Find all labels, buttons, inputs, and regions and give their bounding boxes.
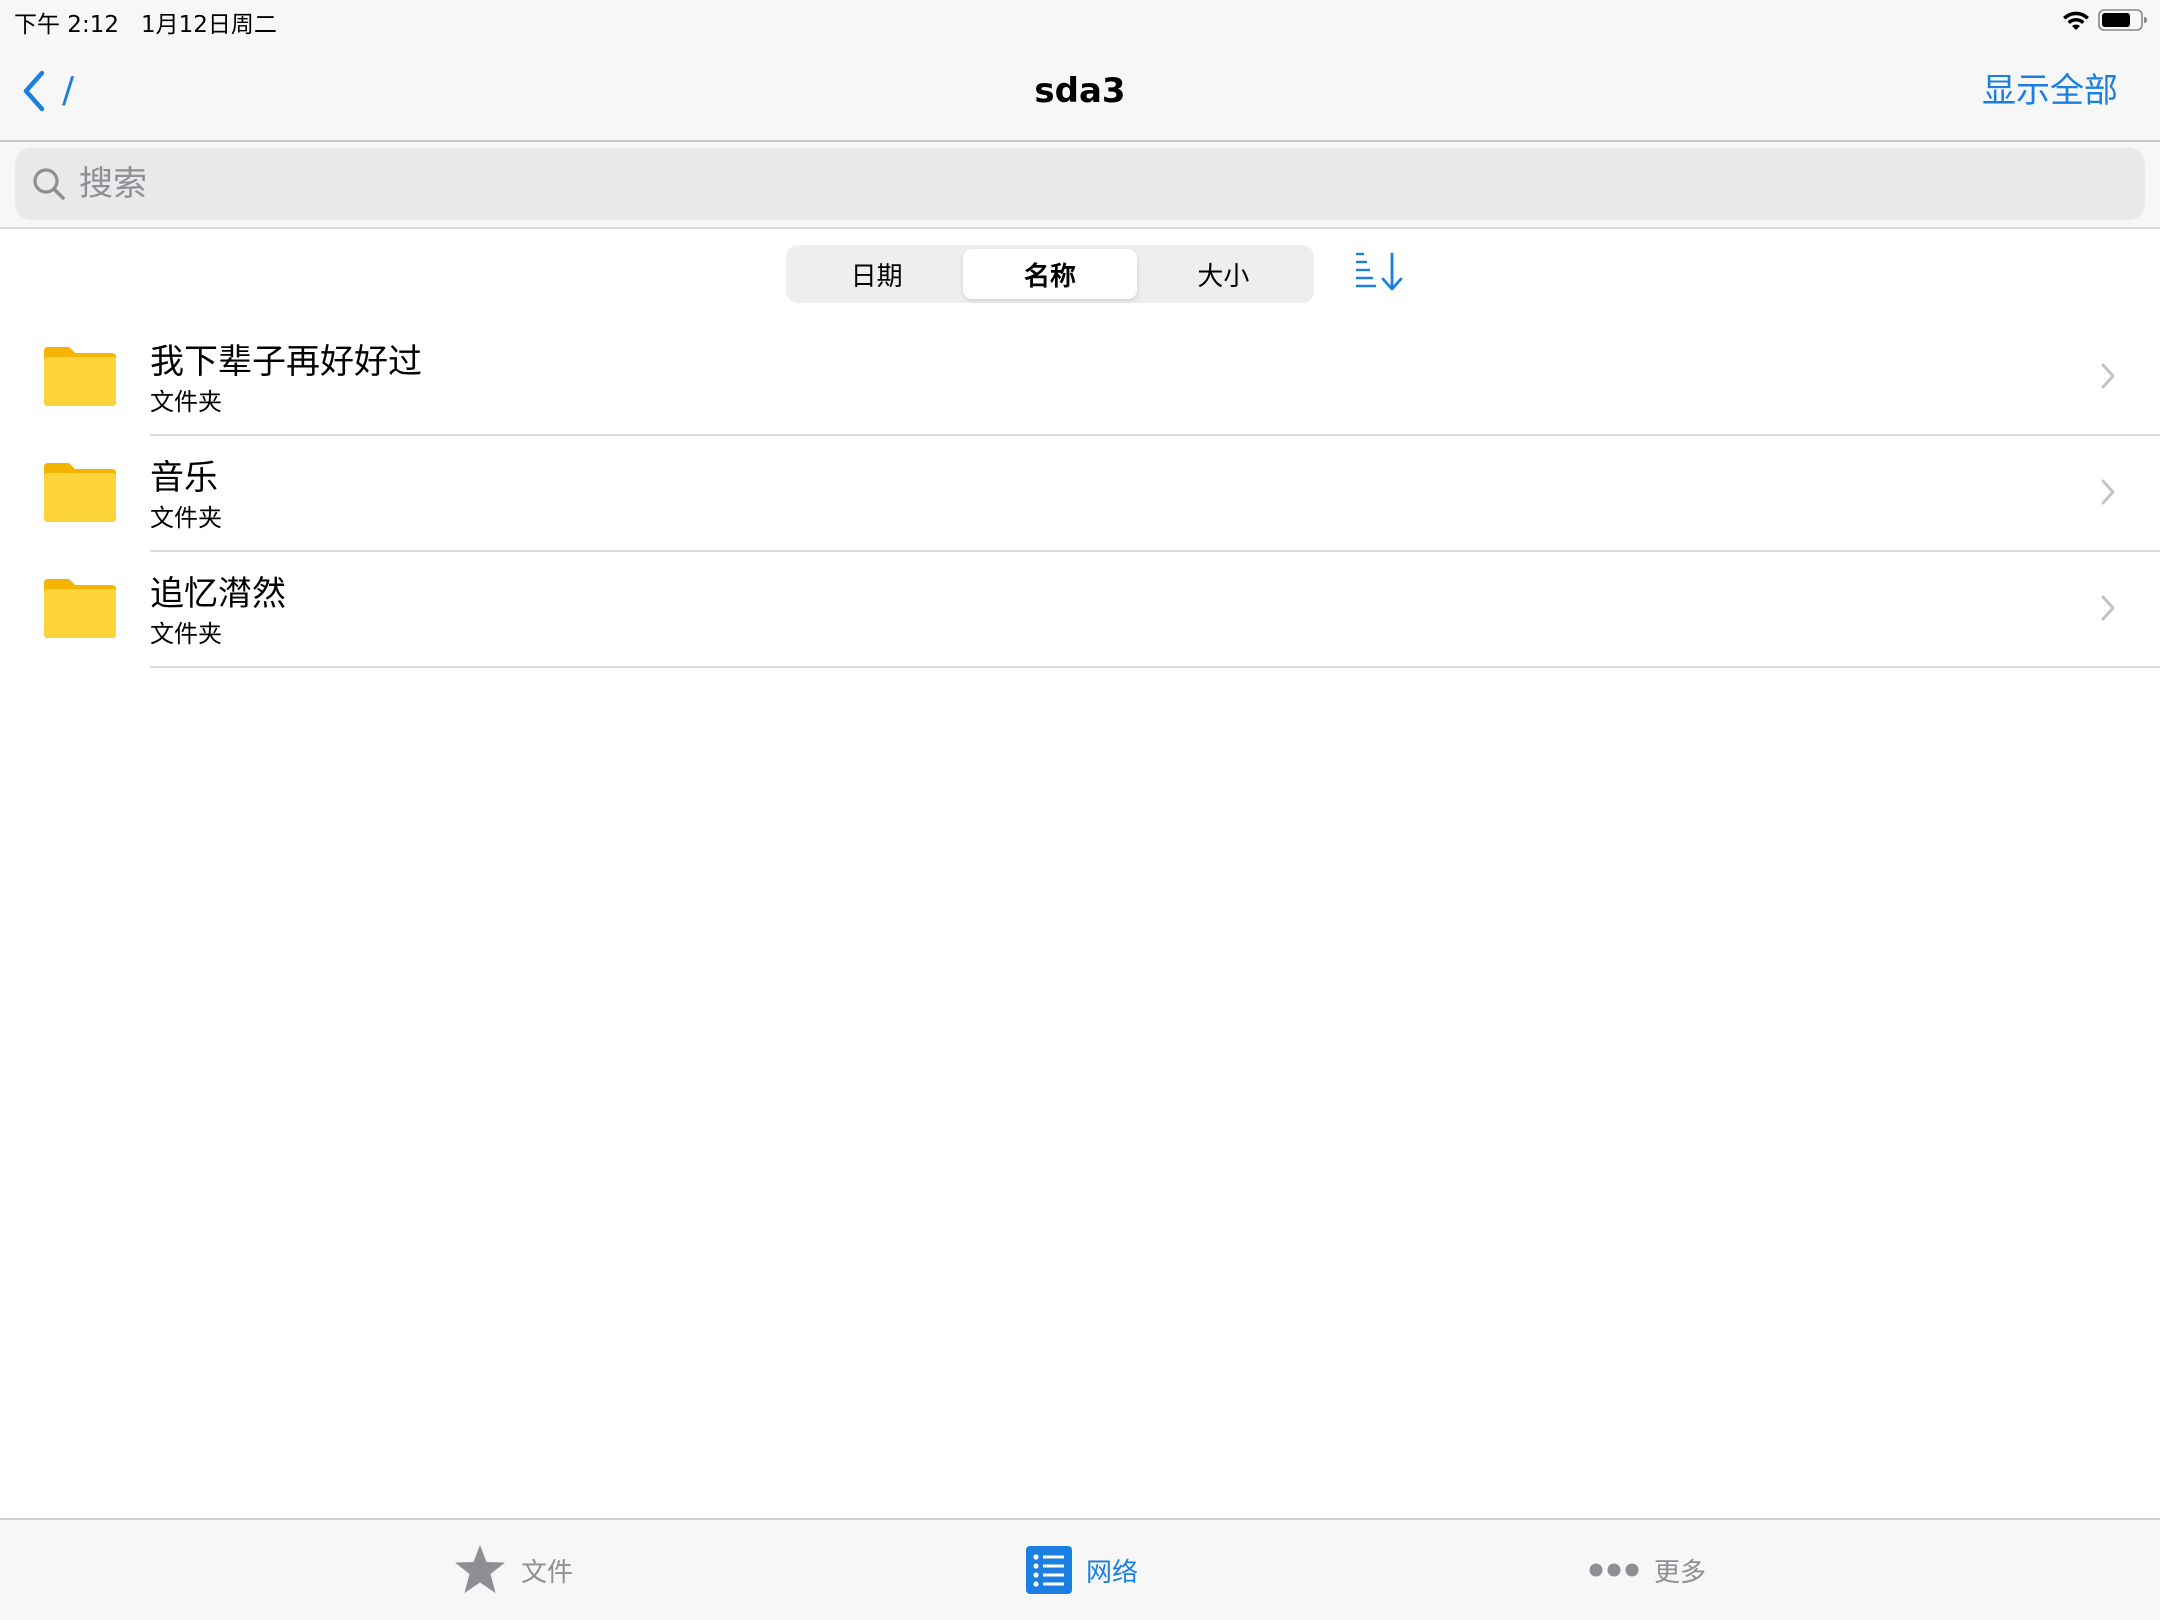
tab-label: 更多 <box>1654 1557 1707 1588</box>
file-list: 我下辈子再好好过 文件夹 音乐 文件夹 追忆潸然 文件夹 <box>0 320 2160 668</box>
page-title: sda3 <box>1034 71 1126 111</box>
sort-segmented-control: 日期 名称 大小 <box>786 245 1314 303</box>
header-bottom-divider <box>0 227 2160 229</box>
list-item[interactable]: 我下辈子再好好过 文件夹 <box>0 320 2160 436</box>
top-area: 下午 2:12 1月12日周二 / sda3 显示全部 <box>0 0 2160 229</box>
navigation-bar: / sda3 显示全部 <box>0 40 2160 140</box>
chevron-right-icon <box>2101 479 2115 505</box>
folder-icon <box>44 347 116 406</box>
more-dots-icon <box>1589 1563 1639 1577</box>
file-type: 文件夹 <box>150 388 222 416</box>
tab-bar: 文件 网络 更多 <box>0 1518 2160 1620</box>
star-icon <box>455 1545 505 1593</box>
sort-segment-name[interactable]: 名称 <box>963 249 1137 299</box>
show-all-button[interactable]: 显示全部 <box>1982 68 2118 114</box>
file-name: 追忆潸然 <box>150 574 286 614</box>
list-item[interactable]: 追忆潸然 文件夹 <box>0 552 2160 668</box>
file-type: 文件夹 <box>150 620 222 648</box>
network-list-icon <box>1026 1546 1072 1594</box>
tab-files[interactable]: 文件 <box>453 1542 573 1598</box>
battery-icon <box>2098 9 2147 31</box>
chevron-right-icon <box>2101 595 2115 621</box>
nav-divider <box>0 140 2160 142</box>
search-icon <box>33 168 65 200</box>
status-time: 下午 2:12 1月12日周二 <box>14 5 277 39</box>
tab-label: 文件 <box>521 1557 574 1588</box>
status-date: 1月12日周二 <box>140 12 277 38</box>
tab-more[interactable]: 更多 <box>1588 1542 1706 1598</box>
app-screen: 下午 2:12 1月12日周二 / sda3 显示全部 搜索 日期 名称 大小 … <box>0 0 2160 1620</box>
sort-descending-icon[interactable] <box>1352 250 1408 294</box>
folder-icon <box>44 579 116 638</box>
tab-label: 网络 <box>1086 1557 1139 1588</box>
sort-segment-date[interactable]: 日期 <box>790 249 963 299</box>
file-name: 音乐 <box>150 458 218 498</box>
folder-icon <box>44 463 116 522</box>
search-input[interactable] <box>79 164 1979 204</box>
status-clock: 下午 2:12 <box>14 12 119 38</box>
row-separator <box>150 666 2160 668</box>
wifi-icon <box>2063 11 2089 30</box>
file-name: 我下辈子再好好过 <box>150 342 422 382</box>
search-bar[interactable] <box>15 148 2145 220</box>
sort-segment-size[interactable]: 大小 <box>1137 249 1310 299</box>
status-bar: 下午 2:12 1月12日周二 <box>0 0 2160 40</box>
file-type: 文件夹 <box>150 504 222 532</box>
list-item[interactable]: 音乐 文件夹 <box>0 436 2160 552</box>
chevron-right-icon <box>2101 363 2115 389</box>
tab-network[interactable]: 网络 <box>1026 1542 1138 1598</box>
